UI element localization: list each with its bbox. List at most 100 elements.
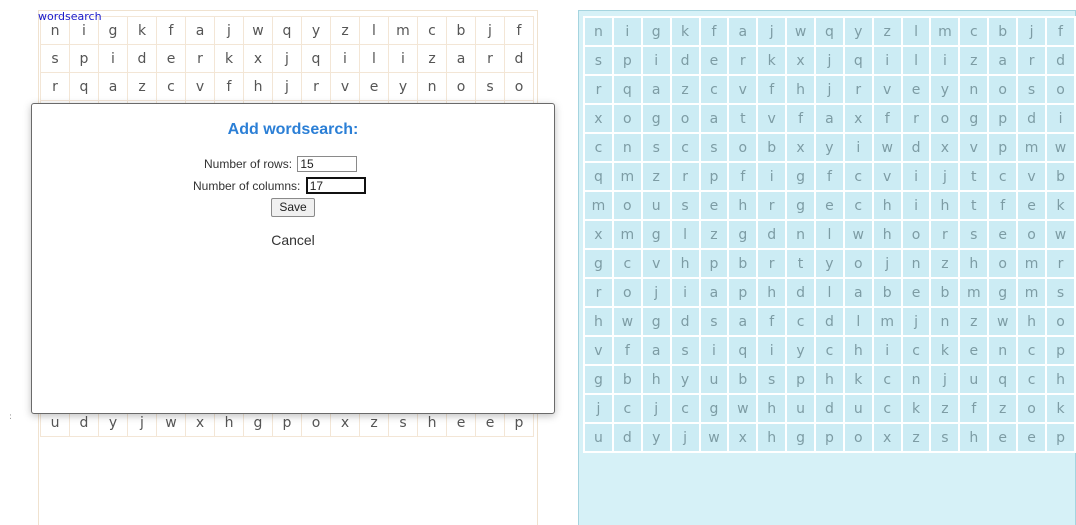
left-grid-cell[interactable]: b (446, 16, 476, 45)
right-grid-cell[interactable]: h (1045, 364, 1076, 395)
left-grid-cell[interactable]: r (475, 44, 505, 73)
right-grid-cell[interactable]: h (727, 190, 759, 221)
right-grid-cell[interactable]: v (1016, 161, 1048, 192)
right-grid-cell[interactable]: b (929, 277, 961, 308)
right-grid-cell[interactable]: c (987, 161, 1019, 192)
right-grid-cell[interactable]: i (900, 161, 932, 192)
right-grid-cell[interactable]: o (1016, 393, 1048, 424)
left-grid-cell[interactable]: f (214, 72, 244, 101)
right-grid-cell[interactable]: d (1045, 45, 1076, 76)
right-grid-cell[interactable]: m (1016, 248, 1048, 279)
right-grid-cell[interactable]: k (1045, 190, 1076, 221)
right-grid-cell[interactable]: g (640, 219, 672, 250)
right-grid-cell[interactable]: d (813, 393, 845, 424)
right-grid-cell[interactable]: o (611, 277, 643, 308)
left-grid-cell[interactable]: i (330, 44, 360, 73)
right-grid-cell[interactable]: a (640, 335, 672, 366)
right-grid-cell[interactable]: x (583, 219, 614, 250)
left-grid-cell[interactable]: e (359, 72, 389, 101)
right-grid-cell[interactable]: k (842, 364, 874, 395)
right-grid-cell[interactable]: f (756, 306, 788, 337)
right-grid-cell[interactable]: t (958, 190, 990, 221)
right-grid-cell[interactable]: y (640, 422, 672, 453)
right-grid-cell[interactable]: v (958, 132, 990, 163)
right-grid-cell[interactable]: p (813, 422, 845, 453)
right-grid-cell[interactable]: n (900, 364, 932, 395)
right-grid-cell[interactable]: p (987, 103, 1019, 134)
right-grid-cell[interactable]: f (698, 16, 730, 47)
right-grid-cell[interactable]: c (871, 364, 903, 395)
left-grid-cell[interactable]: c (156, 72, 186, 101)
right-grid-cell[interactable]: n (785, 219, 816, 250)
right-grid-cell[interactable]: r (929, 219, 961, 250)
right-grid-cell[interactable]: c (842, 161, 874, 192)
right-grid-cell[interactable]: q (727, 335, 759, 366)
right-grid-cell[interactable]: j (583, 393, 614, 424)
right-grid-cell[interactable]: z (929, 393, 961, 424)
right-grid-cell[interactable]: p (987, 132, 1019, 163)
right-grid-cell[interactable]: j (813, 74, 845, 105)
right-grid-cell[interactable]: o (1045, 74, 1076, 105)
left-grid-cell[interactable]: k (127, 16, 157, 45)
right-grid-cell[interactable]: b (871, 277, 903, 308)
right-grid-cell[interactable]: a (640, 74, 672, 105)
right-grid-cell[interactable]: y (785, 335, 816, 366)
right-grid-cell[interactable]: e (958, 335, 990, 366)
left-grid-cell[interactable]: w (243, 16, 273, 45)
right-grid-cell[interactable]: a (727, 306, 759, 337)
right-grid-cell[interactable]: h (785, 74, 816, 105)
right-grid-cell[interactable]: o (987, 248, 1019, 279)
right-grid-cell[interactable]: r (900, 103, 932, 134)
right-grid-cell[interactable]: f (756, 74, 788, 105)
right-grid-cell[interactable]: i (611, 16, 643, 47)
right-grid-cell[interactable]: e (813, 190, 845, 221)
left-grid-cell[interactable]: f (156, 16, 186, 45)
right-grid-cell[interactable]: f (987, 190, 1019, 221)
right-grid-cell[interactable]: q (987, 364, 1019, 395)
right-grid-cell[interactable]: n (583, 16, 614, 47)
right-grid-cell[interactable]: i (756, 335, 788, 366)
right-grid-cell[interactable]: p (727, 277, 759, 308)
right-grid-cell[interactable]: m (611, 219, 643, 250)
right-grid-cell[interactable]: w (1045, 219, 1076, 250)
left-grid-cell[interactable]: f (504, 16, 534, 45)
right-grid-cell[interactable]: h (958, 422, 990, 453)
right-grid-cell[interactable]: s (756, 364, 788, 395)
right-grid-cell[interactable]: d (611, 422, 643, 453)
left-grid-cell[interactable]: d (504, 44, 534, 73)
right-grid-cell[interactable]: r (756, 248, 788, 279)
right-grid-cell[interactable]: i (871, 335, 903, 366)
right-grid-cell[interactable]: j (640, 277, 672, 308)
right-grid-cell[interactable]: s (1045, 277, 1076, 308)
right-grid-cell[interactable]: o (929, 103, 961, 134)
right-grid-cell[interactable]: s (669, 335, 701, 366)
right-grid-cell[interactable]: c (669, 393, 701, 424)
right-grid-cell[interactable]: g (640, 103, 672, 134)
right-grid-cell[interactable]: i (698, 335, 730, 366)
right-grid-cell[interactable]: c (1016, 335, 1048, 366)
left-grid-cell[interactable]: p (69, 44, 99, 73)
right-grid-cell[interactable]: c (900, 335, 932, 366)
left-grid-cell[interactable]: o (446, 72, 476, 101)
right-grid-cell[interactable]: r (727, 45, 759, 76)
left-grid-cell[interactable]: n (417, 72, 447, 101)
right-grid-cell[interactable]: w (871, 132, 903, 163)
right-grid-cell[interactable]: i (756, 161, 788, 192)
right-grid-cell[interactable]: n (900, 248, 932, 279)
right-grid-cell[interactable]: d (813, 306, 845, 337)
right-grid-cell[interactable]: i (929, 45, 961, 76)
right-grid-cell[interactable]: b (727, 364, 759, 395)
left-grid-cell[interactable]: v (330, 72, 360, 101)
right-grid-cell[interactable]: c (842, 190, 874, 221)
right-grid-cell[interactable]: c (611, 248, 643, 279)
right-grid-cell[interactable]: g (987, 277, 1019, 308)
right-grid-cell[interactable]: k (756, 45, 788, 76)
right-grid-cell[interactable]: b (756, 132, 788, 163)
right-grid-cell[interactable]: w (1045, 132, 1076, 163)
right-grid-cell[interactable]: f (727, 161, 759, 192)
right-grid-cell[interactable]: v (871, 161, 903, 192)
right-grid-cell[interactable]: o (611, 103, 643, 134)
left-grid-cell[interactable]: j (272, 72, 302, 101)
columns-input[interactable] (305, 177, 366, 194)
right-grid-cell[interactable]: y (842, 16, 874, 47)
